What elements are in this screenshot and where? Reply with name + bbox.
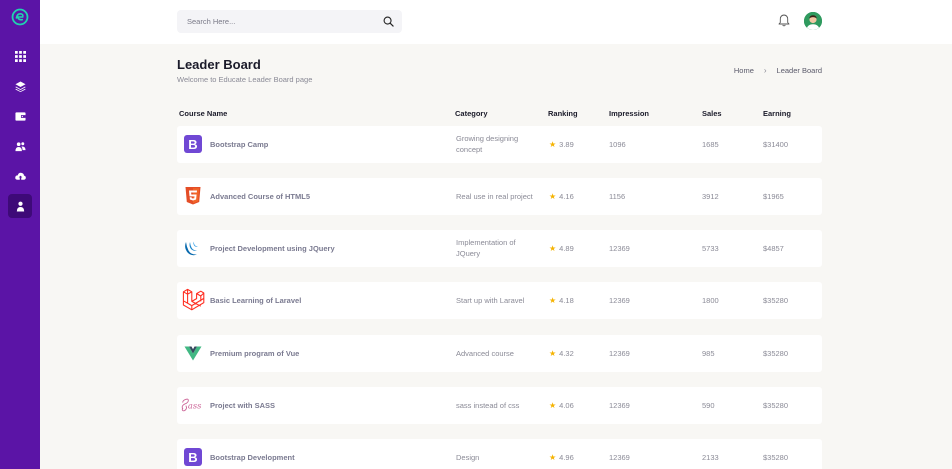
table-row[interactable]: Premium program of Vue Advanced course ★… [177, 335, 822, 372]
table-row[interactable]: ass Project with SASS sass instead of cs… [177, 387, 822, 424]
users-icon [14, 141, 26, 151]
wallet-icon [14, 111, 26, 121]
course-impression: 12369 [609, 453, 630, 462]
course-impression: 1096 [609, 140, 626, 149]
page-subtitle: Welcome to Educate Leader Board page [177, 75, 313, 84]
course-category: Advanced course [456, 349, 514, 358]
breadcrumb-home[interactable]: Home [734, 66, 754, 75]
star-icon: ★ [549, 244, 557, 253]
header-sales: Sales [702, 109, 722, 118]
header-category: Category [455, 109, 488, 118]
course-earning: $31400 [763, 140, 789, 149]
avatar[interactable] [804, 12, 822, 30]
table-row[interactable]: B Bootstrap Development Design ★ 4.96 123… [177, 439, 822, 469]
course-name[interactable]: Bootstrap Development [210, 453, 295, 464]
table-row[interactable]: B Bootstrap Camp Growing designing conce… [177, 126, 822, 163]
course-sales: 1685 [702, 140, 719, 149]
breadcrumb-current: Leader Board [776, 66, 822, 75]
layers-icon [14, 80, 26, 92]
star-icon: ★ [549, 296, 557, 305]
star-icon: ★ [549, 349, 557, 358]
course-name[interactable]: Project with SASS [210, 401, 275, 412]
sidebar-item-students[interactable] [8, 134, 32, 158]
educate-logo-icon[interactable] [11, 8, 29, 26]
table-row[interactable]: Basic Learning of Laravel Start up with … [177, 282, 822, 319]
course-impression: 12369 [609, 401, 630, 410]
course-earning: $4857 [763, 244, 784, 253]
header-impression: Impression [609, 109, 650, 118]
course-name[interactable]: Premium program of Vue [210, 349, 299, 360]
top-header [40, 0, 952, 44]
course-sales: 590 [702, 401, 715, 410]
search-bar [177, 10, 402, 33]
course-earning: $35280 [763, 296, 789, 305]
course-earning: $35280 [763, 401, 789, 410]
sidebar-item-leaderboard[interactable] [8, 194, 32, 218]
header-earning: Earning [763, 109, 791, 118]
search-icon[interactable] [383, 16, 394, 27]
sidebar-item-dashboard[interactable] [8, 44, 32, 68]
jquery-icon [185, 241, 198, 256]
page-title: Leader Board [177, 57, 261, 72]
course-category: sass instead of css [456, 401, 520, 410]
course-ranking: ★ 4.96 [549, 453, 574, 462]
course-category: Design [456, 453, 480, 462]
bell-icon[interactable] [778, 14, 790, 27]
course-category: Start up with Laravel [456, 296, 525, 305]
course-category: Growing designing concept [456, 134, 519, 154]
person-board-icon [16, 201, 24, 212]
course-name[interactable]: Advanced Course of HTML5 [210, 192, 310, 203]
header-ranking: Ranking [548, 109, 578, 118]
star-icon: ★ [549, 140, 557, 149]
laravel-icon [182, 288, 205, 311]
bootstrap-icon: B [184, 448, 202, 466]
cloud-upload-icon [14, 172, 26, 181]
course-name[interactable]: Basic Learning of Laravel [210, 296, 301, 307]
course-impression: 12369 [609, 296, 630, 305]
course-impression: 12369 [609, 349, 630, 358]
course-earning: $35280 [763, 349, 789, 358]
table-row[interactable]: Advanced Course of HTML5 Real use in rea… [177, 178, 822, 215]
course-sales: 1800 [702, 296, 719, 305]
sidebar-item-upload[interactable] [8, 164, 32, 188]
vue-icon [184, 346, 202, 361]
course-ranking: ★ 3.89 [549, 140, 574, 149]
course-earning: $1965 [763, 192, 784, 201]
course-impression: 12369 [609, 244, 630, 253]
course-ranking: ★ 4.16 [549, 192, 574, 201]
course-ranking: ★ 4.32 [549, 349, 574, 358]
breadcrumb: Home › Leader Board [734, 66, 822, 75]
star-icon: ★ [549, 192, 557, 201]
header-course-name: Course Name [179, 109, 228, 118]
course-name[interactable]: Bootstrap Camp [210, 140, 268, 151]
course-sales: 5733 [702, 244, 719, 253]
course-sales: 3912 [702, 192, 719, 201]
sass-icon: ass [181, 398, 202, 412]
bootstrap-icon: B [184, 135, 202, 153]
course-earning: $35280 [763, 453, 789, 462]
course-ranking: ★ 4.89 [549, 244, 574, 253]
sidebar [0, 0, 40, 469]
course-category: Real use in real project [456, 192, 533, 201]
star-icon: ★ [549, 453, 557, 462]
svg-text:B: B [188, 137, 197, 152]
svg-text:ass: ass [188, 401, 202, 411]
svg-text:B: B [188, 450, 197, 465]
grid-icon [14, 50, 26, 62]
sidebar-item-wallet[interactable] [8, 104, 32, 128]
course-impression: 1156 [609, 192, 626, 201]
course-ranking: ★ 4.18 [549, 296, 574, 305]
search-input[interactable] [187, 14, 367, 29]
table-row[interactable]: Project Development using JQuery Impleme… [177, 230, 822, 267]
course-sales: 985 [702, 349, 715, 358]
chevron-right-icon: › [763, 66, 767, 75]
star-icon: ★ [549, 401, 557, 410]
course-category: Implementation of JQuery [456, 238, 516, 258]
course-sales: 2133 [702, 453, 719, 462]
course-name[interactable]: Project Development using JQuery [210, 244, 335, 255]
html5-icon [185, 187, 201, 205]
user-avatar-icon [804, 12, 822, 30]
sidebar-item-layers[interactable] [8, 74, 32, 98]
course-ranking: ★ 4.06 [549, 401, 574, 410]
